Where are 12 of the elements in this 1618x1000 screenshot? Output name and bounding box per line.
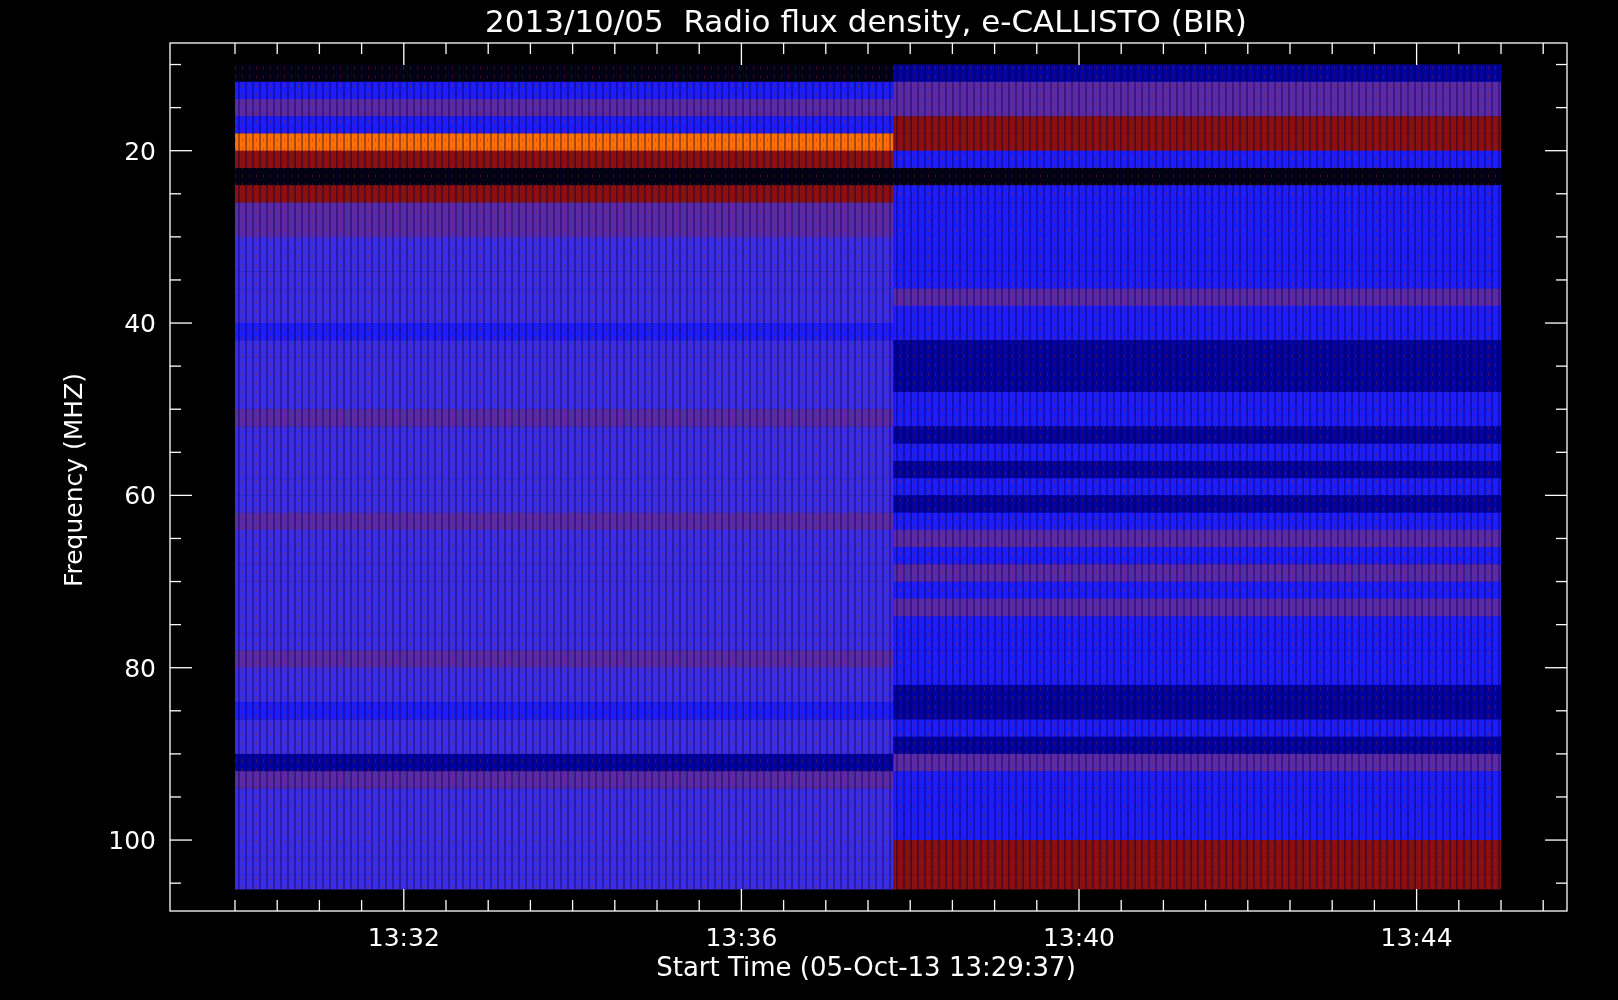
y-tick-label: 100 <box>108 826 156 856</box>
y-tick-label: 20 <box>124 136 156 166</box>
x-tick-label: 13:44 <box>1380 923 1453 952</box>
y-tick-label: 80 <box>124 653 156 683</box>
y-axis-label: Frequency (MHZ) <box>59 372 88 588</box>
x-axis-label: Start Time (05-Oct-13 13:29:37) <box>656 952 1076 982</box>
x-tick-label: 13:40 <box>1043 923 1115 952</box>
x-tick-label: 13:32 <box>367 923 440 952</box>
y-tick-label: 60 <box>124 481 156 511</box>
x-tick-label: 13:36 <box>705 923 778 952</box>
plot-title: 2013/10/05 Radio flux density, e-CALLISTO (BIR) <box>485 3 1247 39</box>
y-tick-label: 40 <box>124 309 156 339</box>
